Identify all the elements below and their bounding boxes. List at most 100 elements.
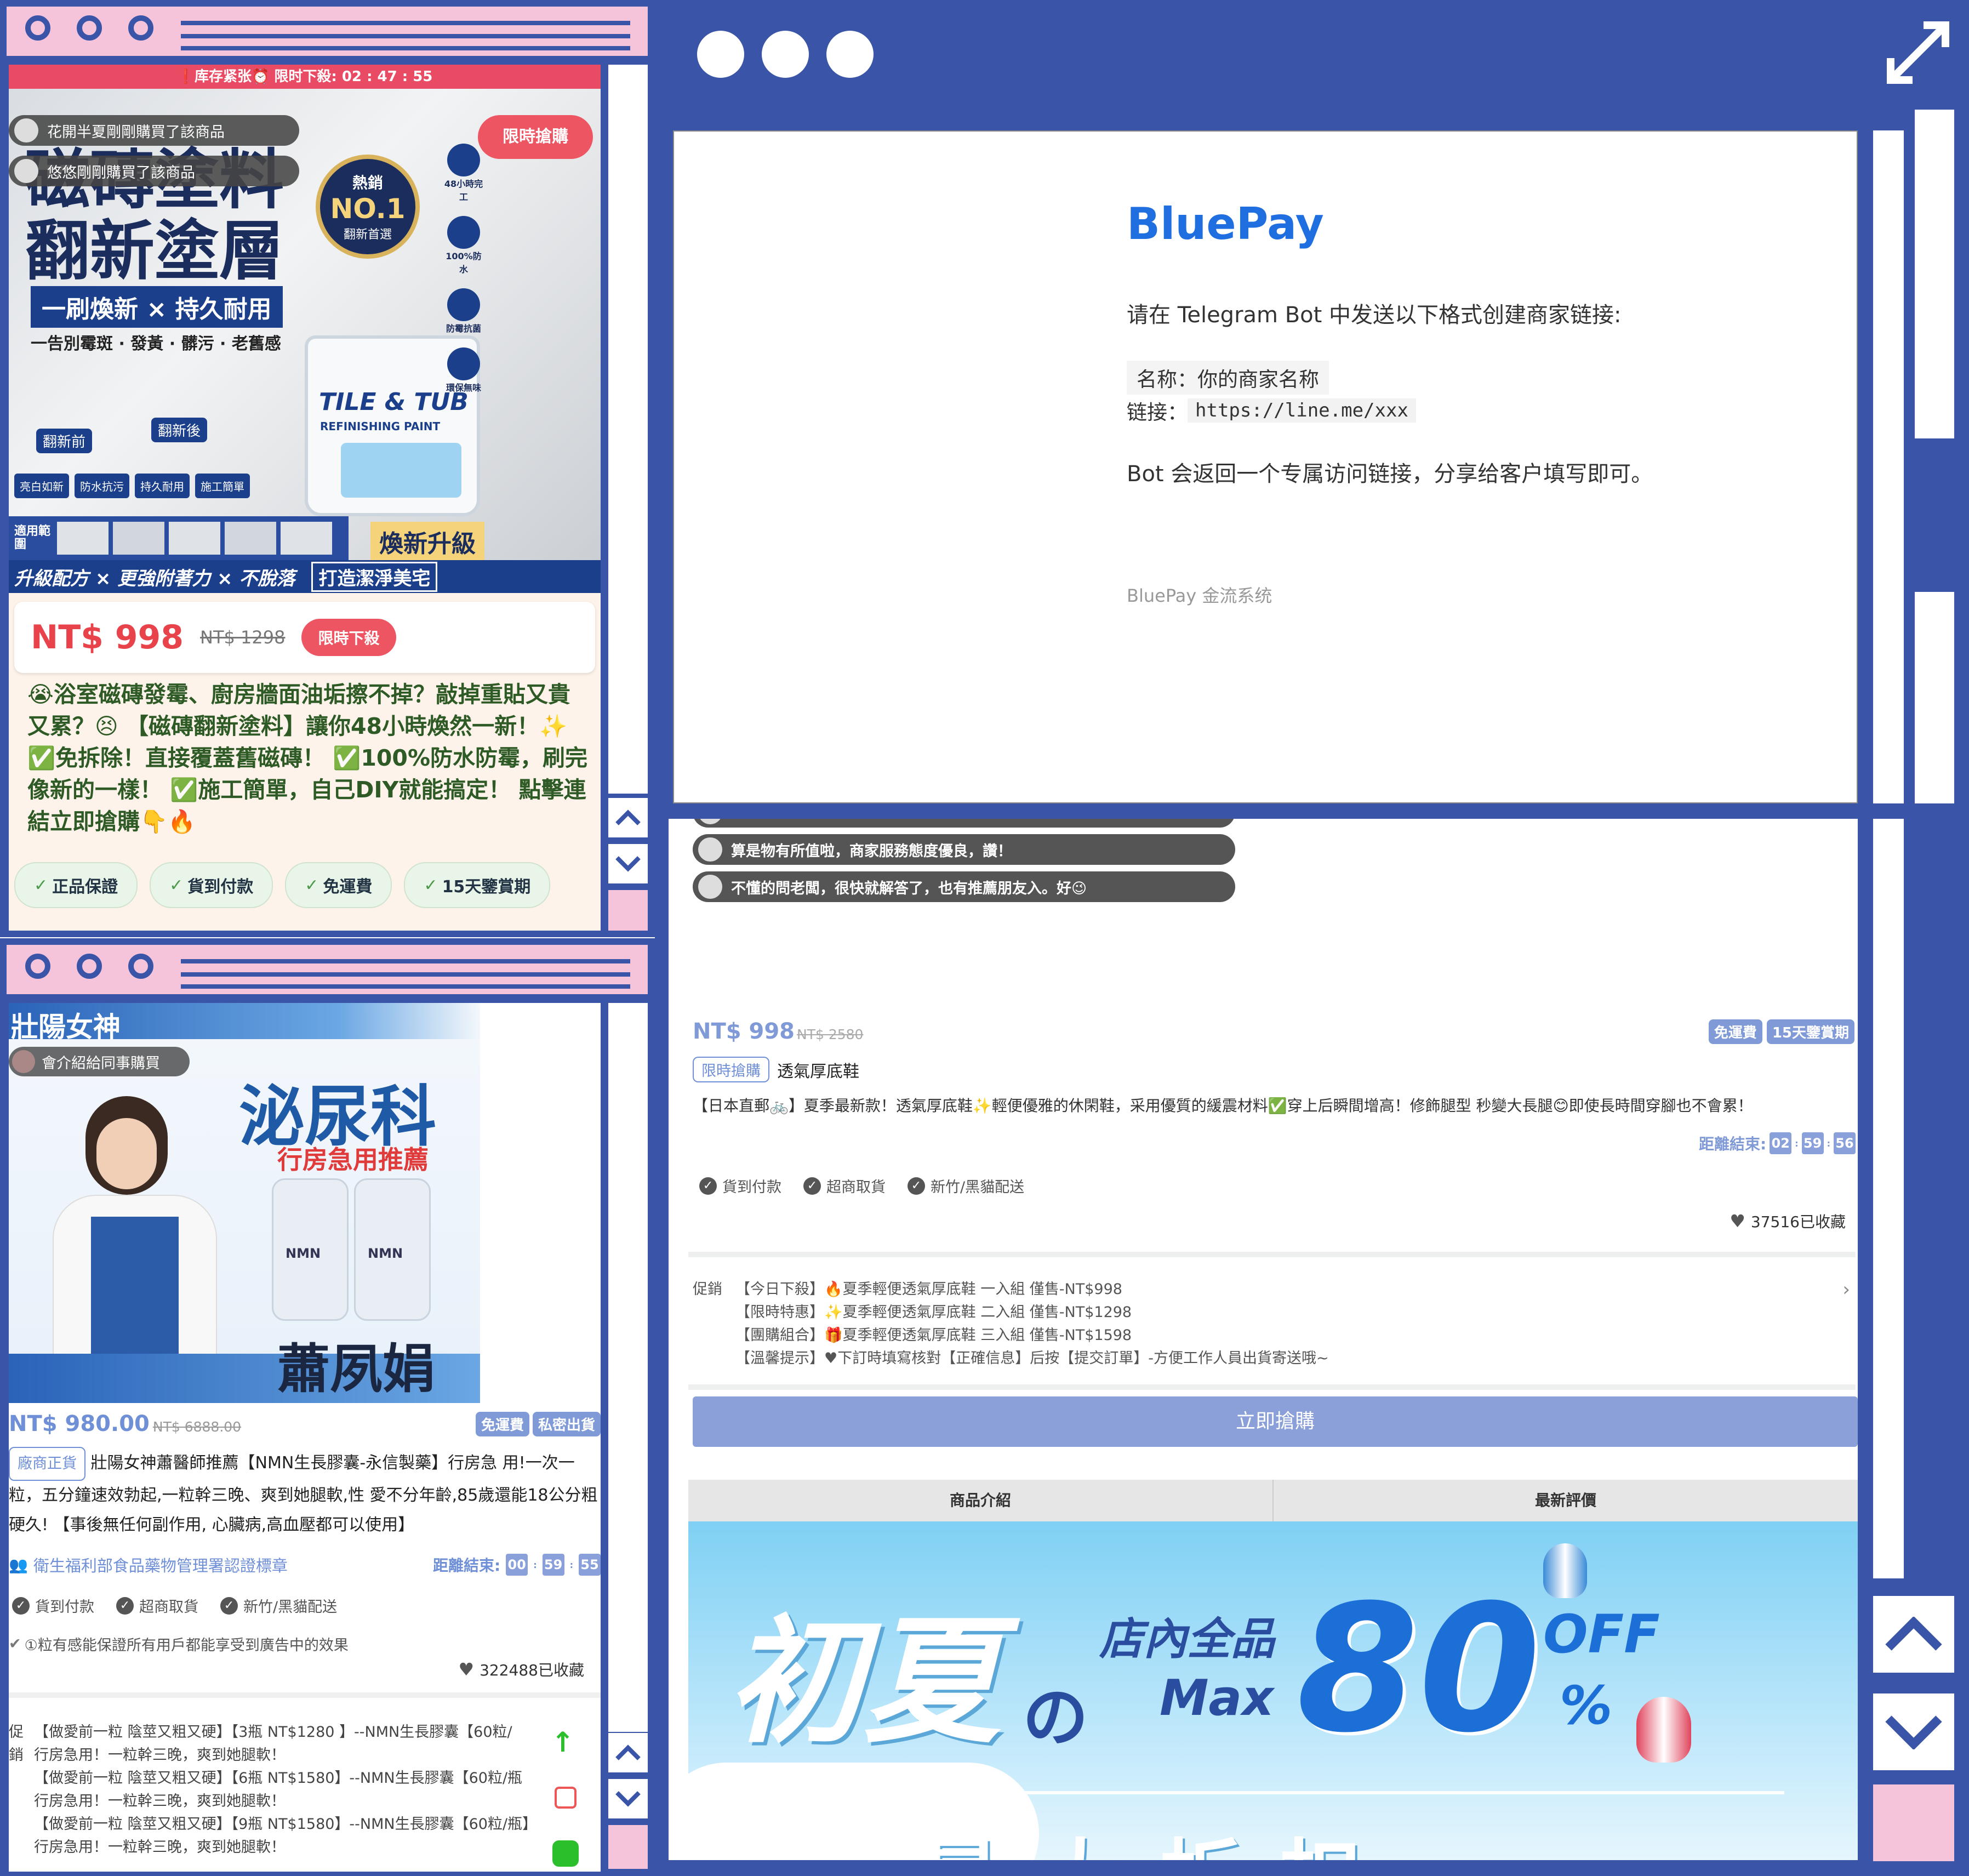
scrollbar-track[interactable] <box>1873 819 1904 1578</box>
doctor-face <box>96 1118 157 1189</box>
chevron-down-icon <box>615 856 641 872</box>
shoe-favorites[interactable]: ♥ 37516已收藏 <box>1730 1210 1846 1232</box>
window-dot-3[interactable] <box>128 15 153 41</box>
countdown-minutes: 59 <box>1801 1132 1824 1154</box>
colon: : <box>569 1559 573 1570</box>
promo-lines: 【今日下殺】🔥夏季輕便透氣厚底鞋 一入組 僅售-NT$998 【限時特惠】✨夏季… <box>735 1278 1854 1370</box>
shoe-description: 【日本直郵🚲】夏季最新款！透氣厚底鞋✨輕便優雅的休閑鞋，采用優質的緩震材料✅穿上… <box>693 1097 1753 1115</box>
window-dot-3[interactable] <box>826 31 874 78</box>
pill-label: 正品保證 <box>52 877 118 897</box>
favorites-count: 37516已收藏 <box>1750 1213 1846 1231</box>
shoe-promo-block[interactable]: 促銷 【今日下殺】🔥夏季輕便透氣厚底鞋 一入組 僅售-NT$998 【限時特惠】… <box>693 1278 1854 1370</box>
product-description: 😭浴室磁磚發霉、廚房牆面油垢擦不掉？敲掉重貼又貴又累？😣 【磁磚翻新塗料】讓你4… <box>27 681 588 835</box>
promo-line: 【溫馨提示】♥下訂時填寫核對【正確信息】后按【提交訂單】-方便工作人員出貨寄送哦… <box>735 1350 1329 1367</box>
heart-icon: ♥ <box>458 1659 475 1680</box>
check-circle-icon: ✓ <box>803 1177 821 1195</box>
flash-buy-button[interactable]: 限時搶購 <box>478 115 593 159</box>
share-notification: 會介紹給同事購買 <box>9 1047 190 1076</box>
feature-chip: 持久耐用 <box>135 474 190 498</box>
guarantee-pill: ✓ 貨到付款 <box>150 862 273 908</box>
scrollbar-track[interactable] <box>1873 130 1904 803</box>
original-price: NT$ 1298 <box>200 627 286 648</box>
review-text: 算是物有所值啦，商家服務態度優良，讚！ <box>731 842 1012 860</box>
upgrade-label: 煥新升級 <box>370 522 484 561</box>
scroll-up-button[interactable] <box>1873 1596 1954 1673</box>
feature-row: 亮白如新 防水抗污 持久耐用 施工簡單 <box>14 474 250 498</box>
countdown-label: 距離結束: <box>432 1556 501 1575</box>
image-before-label: 翻新前 <box>36 429 93 453</box>
badge-top-text: 熱銷 <box>352 174 383 192</box>
scroll-up-button[interactable] <box>608 1733 648 1772</box>
promo-line: 【做愛前一粒 陰莖又粗又硬】【9瓶 NT$1580】--NMN生長膠囊【60粒/… <box>34 1816 538 1833</box>
banner-off-text: OFF <box>1543 1604 1660 1665</box>
scroll-down-button[interactable] <box>1873 1693 1954 1770</box>
window-dot-3[interactable] <box>128 954 153 979</box>
pill-label: 貨到付款 <box>187 877 254 897</box>
nmn-image[interactable]: 壯陽女神 會介紹給同事購買 泌尿科 行房急用推薦 NMN NMN 蕭夙娟 <box>9 1003 480 1403</box>
avatar <box>12 1050 35 1073</box>
cert-text[interactable]: 衛生福利部食品藥物管理署認證標章 <box>33 1553 288 1576</box>
pill-label: 免運費 <box>323 877 373 897</box>
buyer-notification: 悠悠剛剛購買了該商品 <box>9 156 299 186</box>
scroll-corner <box>608 890 648 931</box>
favorites-count: 322488已收藏 <box>480 1661 584 1679</box>
window-dot-1[interactable] <box>697 31 744 78</box>
share-icon[interactable] <box>555 1787 577 1809</box>
feature-icon-label: 環保無味 <box>446 383 481 393</box>
check-circle-icon: ✓ <box>220 1596 238 1615</box>
shoe-name: 透氣厚底鞋 <box>777 1062 859 1081</box>
buyer-text: 悠悠剛剛購買了該商品 <box>47 164 195 181</box>
window-dot-2[interactable] <box>762 31 809 78</box>
cert-row: 👥 衛生福利部食品藥物管理署認證標章 距離結束: 00: 59: 55 <box>9 1551 601 1578</box>
window-dot-1[interactable] <box>25 15 50 41</box>
window-dot-1[interactable] <box>25 954 50 979</box>
tab-latest-reviews[interactable]: 最新評價 <box>1274 1480 1858 1521</box>
chevron-down-icon <box>1885 1715 1942 1749</box>
shoe-badges: 免運費 15天鑒賞期 <box>1708 1019 1854 1044</box>
scrollbar-track[interactable] <box>608 1003 648 1732</box>
scroll-down-button[interactable] <box>608 844 648 883</box>
guarantee-pill: ✓ 免運費 <box>285 862 392 908</box>
service-label: 超商取貨 <box>139 1599 198 1616</box>
scroll-up-button[interactable] <box>608 798 648 837</box>
image-title-2: 翻新塗層 <box>25 213 284 289</box>
link-label: 链接： <box>1127 401 1188 424</box>
badge: 15天鑒賞期 <box>1766 1019 1854 1044</box>
badge-no-text: NO.1 <box>330 193 406 225</box>
titlebar-stripe <box>181 972 630 977</box>
tab-product-intro[interactable]: 商品介紹 <box>688 1480 1274 1521</box>
window-dot-2[interactable] <box>77 15 102 41</box>
summer-sale-banner[interactable]: 初夏 の 店內全品 Max 80 OFF % 最大折扣 <box>688 1521 1858 1860</box>
scrollbar-track[interactable] <box>608 65 648 794</box>
back-to-top-icon[interactable]: ↑ <box>551 1726 574 1758</box>
feature-icon-label: 100%防水 <box>446 251 482 275</box>
scroll-down-button[interactable] <box>608 1779 648 1818</box>
scrollbar-track-outer[interactable] <box>1915 110 1954 438</box>
expand-icon[interactable] <box>1885 20 1951 85</box>
badge: 免運費 <box>475 1411 529 1436</box>
countdown-seconds: 56 <box>1834 1132 1856 1154</box>
window-dot-2[interactable] <box>77 954 102 979</box>
buy-now-button[interactable]: 立即搶購 <box>693 1396 1858 1447</box>
avatar <box>698 875 722 899</box>
price-box: NT$ 998 NT$ 1298 限時下殺 <box>14 602 595 673</box>
sale-tag: 限時下殺 <box>301 619 396 656</box>
titlebar-stripe <box>181 34 630 38</box>
review-text: 不懂的問老闆，很快就解答了，也有推薦朋友入。好😉 <box>731 880 1087 897</box>
image-slogan: 一刷煥新 × 持久耐用 <box>31 286 283 328</box>
line-chat-icon[interactable] <box>552 1840 579 1867</box>
scrollbar-track-outer[interactable] <box>1915 592 1954 803</box>
chevron-down-icon <box>615 1791 641 1807</box>
scroll-corner <box>1873 1784 1954 1861</box>
service-label: 超商取貨 <box>826 1179 886 1196</box>
nmn-promo-block[interactable]: 促 銷 【做愛前一粒 陰莖又粗又硬】【3瓶 NT$1280 】--NMN生長膠囊… <box>9 1721 557 1859</box>
countdown-label: 距離結束: <box>1698 1135 1767 1153</box>
review-bubble <box>693 819 1235 828</box>
check-icon: ✓ <box>34 875 48 895</box>
nmn-orig-price: NT$ 6888.00 <box>152 1418 242 1435</box>
share-text: 會介紹給同事購買 <box>42 1054 160 1072</box>
banner-80-text: 80 <box>1297 1567 1541 1771</box>
favorites-row[interactable]: ♥ 322488已收藏 <box>458 1658 584 1680</box>
promo-label-2: 銷 <box>9 1747 24 1764</box>
promo-line: 行房急用！一粒幹三晚，爽到她腿軟！ <box>34 1839 286 1856</box>
